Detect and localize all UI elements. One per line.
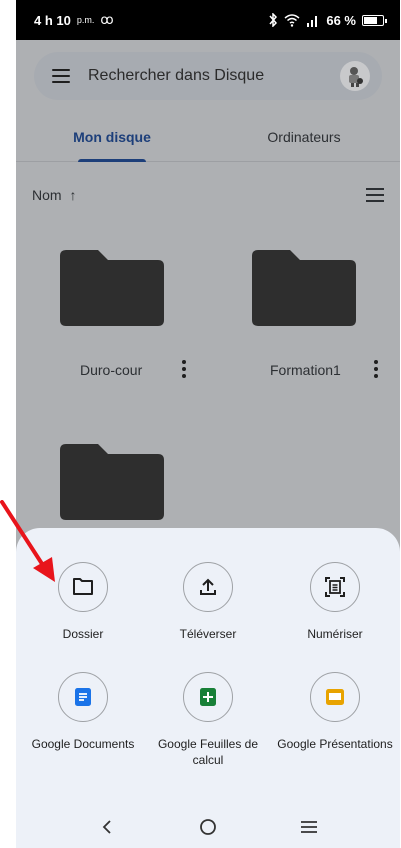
sort-label: Nom <box>32 187 62 203</box>
scan-button[interactable]: Numériser <box>270 562 400 642</box>
folder-icon <box>60 250 164 326</box>
back-button[interactable] <box>87 812 127 842</box>
recents-button[interactable] <box>289 812 329 842</box>
search-bar[interactable]: Rechercher dans Disque <box>34 52 382 100</box>
google-docs-button[interactable]: Google Documents <box>18 672 148 752</box>
sort-button[interactable]: Nom ↑ <box>32 187 76 203</box>
folder-name: Duro-cour <box>80 362 143 378</box>
folder-icon <box>73 578 93 595</box>
list-view-icon[interactable] <box>366 188 384 202</box>
tab-mon-disque[interactable]: Mon disque <box>16 112 208 162</box>
action-label: Dossier <box>62 627 104 641</box>
sort-row: Nom ↑ <box>16 180 400 210</box>
back-icon <box>102 820 111 834</box>
action-label: Google Feuilles de calcul <box>157 737 259 767</box>
red-arrow-annotation <box>0 500 55 582</box>
battery-fill <box>364 16 378 24</box>
avatar[interactable] <box>340 61 370 91</box>
action-label: Google Présentations <box>277 737 393 751</box>
google-docs-icon <box>75 688 91 706</box>
battery-percent: 66 % <box>326 12 356 28</box>
avatar-robot-icon <box>349 67 363 87</box>
voicemail-icon: ꝏ <box>100 12 114 27</box>
google-slides-icon <box>326 689 344 705</box>
upload-icon <box>200 578 216 595</box>
search-placeholder[interactable]: Rechercher dans Disque <box>88 67 340 85</box>
action-label: Téléverser <box>179 627 237 641</box>
status-time: 4 h 10 <box>34 12 71 28</box>
menu-icon[interactable] <box>52 69 70 83</box>
google-sheets-button[interactable]: Google Feuilles de calcul <box>143 672 273 768</box>
google-sheets-icon <box>200 688 216 706</box>
action-label: Google Documents <box>31 737 135 751</box>
status-left: 4 h 10 p.m. ꝏ <box>34 12 114 28</box>
tab-ordinateurs[interactable]: Ordinateurs <box>208 112 400 161</box>
upload-button[interactable]: Téléverser <box>143 562 273 642</box>
folder-name: Formation1 <box>270 362 341 378</box>
signal-icon <box>307 15 318 27</box>
action-circle[interactable] <box>183 562 233 612</box>
system-nav-bar <box>16 806 400 848</box>
action-circle[interactable] <box>310 562 360 612</box>
status-right: 66 % <box>268 12 387 28</box>
tabs: Mon disque Ordinateurs <box>16 112 400 162</box>
create-bottom-sheet: Dossier Téléverser Numériser Google Docu… <box>16 528 400 806</box>
phone-screen: 4 h 10 p.m. ꝏ 66 % Rechercher dans Disqu… <box>16 0 400 848</box>
scan-icon <box>325 577 345 597</box>
action-label: Numériser <box>307 627 363 641</box>
battery-icon <box>362 14 387 26</box>
status-ampm: p.m. <box>76 15 95 25</box>
action-circle[interactable] <box>58 672 108 722</box>
action-circle[interactable] <box>310 672 360 722</box>
folder-icon <box>252 250 356 326</box>
arrow-up-icon: ↑ <box>69 187 77 203</box>
folder-icon <box>60 444 164 520</box>
google-slides-button[interactable]: Google Présentations <box>270 672 400 752</box>
recents-icon <box>301 821 318 833</box>
home-button[interactable] <box>188 812 228 842</box>
more-options-icon[interactable] <box>373 360 379 378</box>
bluetooth-icon <box>269 13 278 27</box>
wifi-icon <box>284 13 300 27</box>
home-icon <box>200 819 216 835</box>
more-options-icon[interactable] <box>181 360 187 378</box>
action-circle[interactable] <box>183 672 233 722</box>
status-bar: 4 h 10 p.m. ꝏ 66 % <box>16 0 400 40</box>
